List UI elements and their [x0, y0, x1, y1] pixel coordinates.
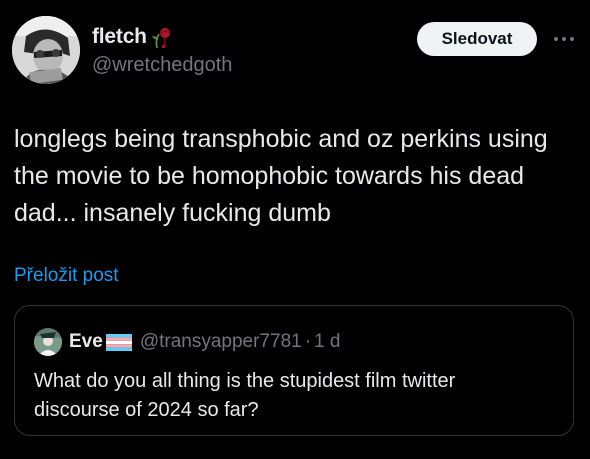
author-name[interactable]: fletch [92, 25, 147, 49]
quote-author-name: Eve [69, 331, 103, 352]
more-horizontal-icon [554, 37, 574, 41]
quoted-post-card[interactable]: Eve @transyapper7781 · 1 d What do you a… [14, 305, 574, 436]
author-avatar[interactable] [12, 16, 80, 84]
quote-author-avatar [34, 328, 62, 356]
transgender-flag-icon [105, 333, 132, 351]
wilted-rose-icon [149, 24, 175, 50]
author-name-row: fletch [92, 24, 175, 50]
quote-header: Eve @transyapper7781 · 1 d [69, 328, 340, 356]
post-text: longlegs being transphobic and oz perkin… [14, 125, 548, 227]
follow-button[interactable]: Sledovat [417, 22, 537, 56]
quote-timestamp: 1 d [314, 331, 341, 352]
more-options-button[interactable] [548, 24, 580, 54]
quote-separator: · [304, 331, 312, 352]
author-handle[interactable]: @wretchedgoth [92, 54, 232, 77]
quote-text: What do you all thing is the stupidest f… [34, 370, 456, 421]
translate-post-link[interactable]: Přeložit post [14, 265, 119, 287]
quote-author-handle: @transyapper7781 [139, 331, 302, 352]
